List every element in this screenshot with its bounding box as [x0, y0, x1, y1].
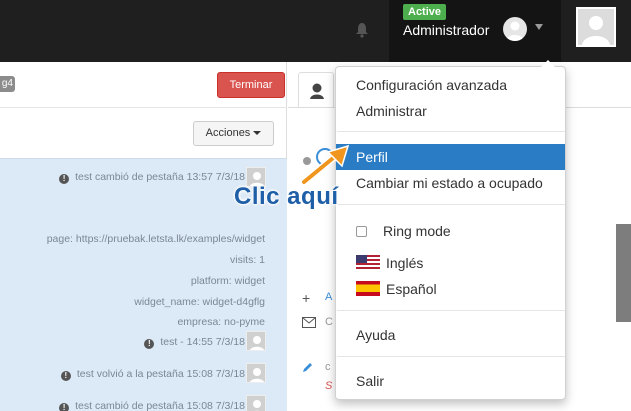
acciones-label: Acciones: [205, 127, 251, 139]
menu-divider: [337, 204, 565, 205]
app-window: Active Administrador g4 Terminar Accione…: [0, 0, 631, 411]
chat-meta-line: widget_name: widget-d4gflg: [134, 296, 265, 308]
tab-profile[interactable]: [298, 72, 334, 108]
envelope-icon: [302, 317, 316, 328]
chat-event-line: ! test cambió de pestaña 13:57 7/3/18: [59, 170, 245, 184]
user-dropdown-menu: Configuración avanzada Administrar Perfi…: [335, 60, 566, 400]
lang-en-label: Inglés: [386, 255, 424, 271]
contact-snippet: C: [325, 316, 333, 328]
chat-meta-line: platform: widget: [190, 275, 265, 287]
scroll-handle[interactable]: [616, 224, 631, 322]
conversation-panel: g4 Terminar Acciones ! test cambió de pes…: [0, 62, 287, 411]
lang-es-label: Español: [386, 281, 437, 297]
caret-down-icon[interactable]: [535, 24, 543, 30]
menu-divider: [337, 310, 565, 311]
menu-item-ring-mode[interactable]: Ring mode: [336, 218, 565, 244]
menu-item-advanced-config[interactable]: Configuración avanzada: [336, 72, 565, 98]
flag-es-icon: [356, 281, 380, 296]
ring-mode-checkbox[interactable]: [356, 226, 367, 237]
menu-item-set-busy[interactable]: Cambiar mi estado a ocupado: [336, 170, 565, 196]
user-avatar-icon[interactable]: [503, 17, 527, 41]
acciones-button[interactable]: Acciones: [193, 121, 274, 146]
pencil-icon[interactable]: [302, 361, 314, 373]
user-icon: [310, 83, 324, 99]
chat-meta-line: page: https://pruebak.letsta.lk/examples…: [46, 233, 265, 245]
avatar-thumb: [246, 331, 266, 351]
tutorial-callout-text: Clic aquí: [234, 183, 339, 210]
chat-meta-line: visits: 1: [229, 254, 265, 266]
flag-us-icon: [356, 255, 380, 270]
info-icon: !: [59, 174, 70, 184]
chat-meta-line: empresa: no-pyme: [177, 316, 265, 328]
ring-mode-label: Ring mode: [383, 223, 451, 239]
top-navbar: Active Administrador: [0, 0, 631, 62]
menu-divider: [337, 131, 565, 132]
status-badge: Active: [403, 4, 447, 20]
note-snippet: c: [325, 361, 331, 373]
callout-arrow-icon: [300, 144, 350, 186]
menu-item-help[interactable]: Ayuda: [336, 322, 565, 348]
terminar-button[interactable]: Terminar: [217, 72, 285, 98]
user-name-label[interactable]: Administrador: [403, 21, 489, 39]
plus-icon[interactable]: +: [302, 290, 310, 306]
info-icon: !: [144, 339, 155, 349]
chat-event-line: ! test volvió a la pestaña 15:08 7/3/18: [60, 367, 245, 381]
avatar-thumb: [246, 363, 266, 383]
menu-item-logout[interactable]: Salir: [336, 368, 565, 394]
profile-avatar-large[interactable]: [576, 7, 616, 47]
note-snippet-red: S: [325, 380, 333, 392]
chat-event-line: ! test cambió de pestaña 15:08 7/3/18: [59, 399, 245, 411]
info-icon: !: [59, 403, 70, 411]
tag-chip: g4: [0, 76, 15, 92]
add-link[interactable]: A: [325, 291, 332, 303]
menu-item-profile[interactable]: Perfil: [336, 144, 565, 170]
menu-item-admin[interactable]: Administrar: [336, 98, 565, 124]
bell-icon[interactable]: [355, 22, 369, 38]
avatar-thumb: [246, 395, 266, 411]
info-icon: !: [60, 371, 71, 381]
menu-divider: [337, 356, 565, 357]
header-divider: [0, 107, 287, 108]
chat-event-line: ! test - 14:55 7/3/18: [144, 335, 245, 349]
dropdown-notch: [541, 60, 555, 67]
caret-down-icon: [253, 131, 262, 136]
menu-item-lang-es[interactable]: Español: [336, 276, 565, 302]
menu-item-lang-en[interactable]: Inglés: [336, 250, 565, 276]
